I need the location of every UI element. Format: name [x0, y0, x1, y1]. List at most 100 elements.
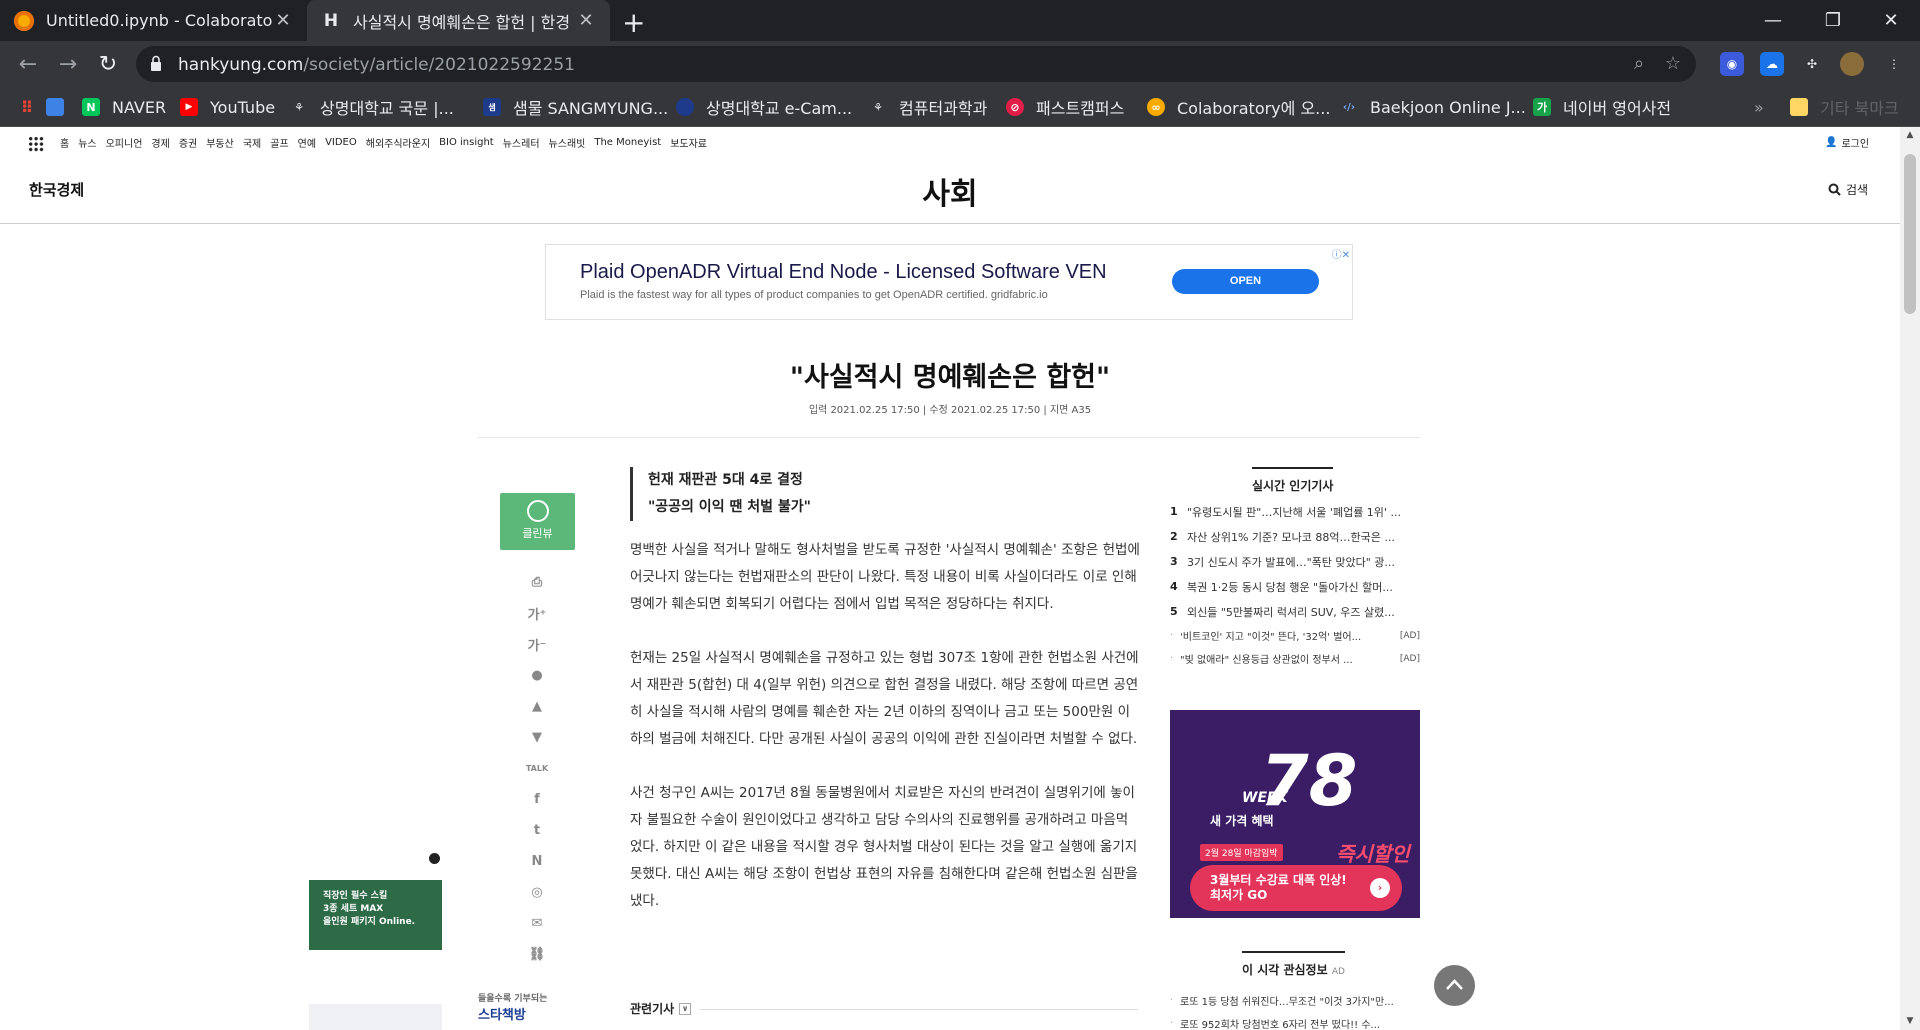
kakaotalk-icon[interactable]: TALK: [524, 753, 550, 784]
copy-link-icon[interactable]: ⛓: [524, 939, 550, 970]
search-button[interactable]: 검색: [1828, 181, 1868, 198]
side-banner-ad[interactable]: 78 WEEK 새 가격 혜택 즉시할인 2월 28일 마감임박 3월부터 수강…: [1170, 710, 1420, 918]
menu-dots-icon[interactable]: ⋮: [1882, 52, 1906, 76]
cleanview-button[interactable]: 클린뷰: [500, 493, 575, 550]
bookmark-fastcampus[interactable]: ⊘ 패스트캠퍼스: [1006, 87, 1124, 127]
gnb-menu-item[interactable]: 뉴스: [78, 135, 96, 150]
scroll-to-top-button[interactable]: [1434, 965, 1475, 1006]
tab-close-icon[interactable]: ✕: [273, 10, 293, 31]
print-icon[interactable]: ⎙: [524, 567, 550, 598]
font-decrease-icon[interactable]: 가⁻: [524, 629, 550, 660]
hankyung-favicon: H: [323, 10, 339, 31]
ad-open-button[interactable]: OPEN: [1172, 269, 1319, 294]
dislike-icon[interactable]: ▼: [524, 722, 550, 753]
tab-close-icon[interactable]: ✕: [576, 10, 596, 31]
bookmark-ecampus[interactable]: 상명대학교 e-Cam...: [676, 87, 852, 127]
bookmark-item[interactable]: [46, 87, 76, 127]
chevron-down-icon[interactable]: ∨: [679, 1002, 692, 1015]
article-body: 명백한 사실을 적거나 말해도 형사처벌을 받도록 규정한 '사실적시 명예훼손…: [630, 537, 1140, 942]
section-header: 한국경제 사회 검색: [0, 157, 1900, 224]
gnb-menu-item[interactable]: 해외주식라운지: [366, 135, 430, 150]
list-item[interactable]: 2 자산 상위1% 기준? 모나코 88억…한국은 ...: [1170, 524, 1420, 549]
bookmark-baekjoon[interactable]: ‹/› Baekjoon Online J...: [1340, 87, 1526, 127]
gnb-menu-item[interactable]: VIDEO: [325, 137, 357, 148]
extension-icon[interactable]: ◉: [1720, 52, 1744, 76]
gnb-menu-item[interactable]: The Moneyist: [594, 137, 661, 148]
info-icon[interactable]: [429, 853, 440, 864]
bookmark-youtube[interactable]: ▶ YouTube: [180, 87, 275, 127]
list-item[interactable]: 5 외신들 "5만불짜리 럭셔리 SUV, 우즈 살렸...: [1170, 599, 1420, 624]
cloud-extension-icon[interactable]: ☁: [1760, 52, 1784, 76]
bookmarks-more-button[interactable]: »: [1754, 87, 1764, 127]
gnb-menu-item[interactable]: 경제: [151, 135, 169, 150]
ad-cta-button[interactable]: 3월부터 수강료 대폭 인상! 최저가 GO ›: [1190, 865, 1402, 911]
gnb-menu-item[interactable]: BIO insight: [439, 137, 494, 148]
tab-colab[interactable]: Untitled0.ipynb - Colaboratory ✕: [0, 0, 307, 41]
gnb-menu-item[interactable]: 증권: [179, 135, 197, 150]
gnb-menu-item[interactable]: 뉴스레터: [503, 135, 540, 150]
forward-arrow-icon[interactable]: →: [52, 48, 84, 80]
font-increase-icon[interactable]: 가⁺: [524, 598, 550, 629]
ad-title[interactable]: Plaid OpenADR Virtual End Node - License…: [580, 261, 1107, 284]
bookmark-sangmyung[interactable]: 샘 샘물 SANGMYUNG...: [483, 87, 668, 127]
scroll-down-arrow-icon[interactable]: ▼: [1900, 1013, 1920, 1030]
gnb-menu-item[interactable]: 홈: [60, 135, 69, 150]
puzzle-icon[interactable]: ✣: [1800, 52, 1824, 76]
list-item[interactable]: 1 "유령도시될 판"…지난해 서울 '폐업률 1위' ...: [1170, 499, 1420, 524]
new-tab-button[interactable]: +: [622, 6, 645, 39]
gnb-menu-item[interactable]: 골프: [270, 135, 288, 150]
url-text[interactable]: hankyung.com/society/article/20210225922…: [178, 55, 575, 75]
gnb-menu-item[interactable]: 뉴스래빗: [549, 135, 586, 150]
bookmarks-bar: ⠿ N NAVER ▶ YouTube ⚘ 상명대학교 국문 |... 샘 샘물…: [0, 87, 1920, 127]
address-bar[interactable]: hankyung.com/society/article/20210225922…: [136, 46, 1696, 82]
ad-list-item[interactable]: · 로또 1등 당첨 쉬워진다…무조건 "이것 3가지"만...: [1170, 989, 1420, 1012]
facebook-icon[interactable]: f: [524, 784, 550, 815]
list-item[interactable]: 3 3기 신도시 주가 발표에…"폭탄 맞았다" 광...: [1170, 549, 1420, 574]
bookmark-naver[interactable]: N NAVER: [82, 87, 166, 127]
ad-list-item[interactable]: · 로또 952회차 당첨번호 6자리 전부 떴다!! 수...: [1170, 1012, 1420, 1030]
close-window-button[interactable]: ✕: [1862, 0, 1920, 41]
star-icon[interactable]: ☆: [1662, 53, 1684, 75]
adchoices-icon[interactable]: ⓘ✕: [1332, 246, 1350, 261]
list-item[interactable]: 4 복권 1·2등 동시 당첨 행운 "돌아가신 할머...: [1170, 574, 1420, 599]
menu-grid-icon[interactable]: [28, 136, 44, 152]
bookmark-cs[interactable]: ⚘ 컴퓨터과학과: [869, 87, 987, 127]
related-articles[interactable]: 관련기사 ∨: [630, 1000, 692, 1017]
minimize-button[interactable]: —: [1744, 0, 1802, 41]
like-icon[interactable]: ▲: [524, 691, 550, 722]
bookmark-smu-korean[interactable]: ⚘ 상명대학교 국문 |...: [290, 87, 454, 127]
search-icon: [1828, 183, 1841, 196]
ad-list-item[interactable]: · '비트코인' 지고 "이것" 뜬다, '32억' 벌어... [AD]: [1170, 624, 1420, 647]
tab-hankyung[interactable]: H 사실적시 명예훼손은 합헌 | 한경 ✕: [307, 0, 610, 41]
comment-icon[interactable]: ●: [524, 660, 550, 691]
email-icon[interactable]: ✉: [524, 908, 550, 939]
small-banner-ad[interactable]: 들을수록 기부되는 스타책방: [478, 991, 593, 1030]
other-bookmarks[interactable]: 기타 북마크: [1790, 87, 1899, 127]
back-arrow-icon[interactable]: ←: [12, 48, 44, 80]
top-banner-ad[interactable]: Plaid OpenADR Virtual End Node - License…: [545, 244, 1353, 320]
login-link[interactable]: 👤 로그인: [1825, 135, 1869, 150]
bookmark-naver-dictionary[interactable]: 가 네이버 영어사전: [1533, 87, 1671, 127]
link-icon[interactable]: ◎: [524, 877, 550, 908]
zoom-icon[interactable]: ⌕: [1628, 53, 1650, 75]
apps-grid-icon[interactable]: ⠿: [18, 87, 48, 127]
reload-icon[interactable]: ↻: [92, 48, 124, 80]
gnb-menu: 홈 뉴스 오피니언 경제 증권 부동산 국제 골프 연예 VIDEO 해외주식라운지 BIO insi…: [60, 127, 707, 157]
gnb-menu-item[interactable]: 부동산: [206, 135, 234, 150]
tab-strip: Untitled0.ipynb - Colaboratory ✕ H 사실적시 …: [0, 0, 1920, 41]
left-banner-ad-2[interactable]: [309, 1004, 442, 1030]
gnb-menu-item[interactable]: 연예: [298, 135, 316, 150]
left-banner-ad[interactable]: 직장인 필수 스킬 3종 세트 MAX 올인원 패키지 Online.: [309, 880, 442, 950]
scroll-up-arrow-icon[interactable]: ▲: [1900, 127, 1920, 144]
page-scrollbar[interactable]: ▲ ▼: [1900, 127, 1920, 1030]
gnb-menu-item[interactable]: 오피니언: [106, 135, 143, 150]
twitter-icon[interactable]: t: [524, 815, 550, 846]
gnb-menu-item[interactable]: 보도자료: [670, 135, 707, 150]
maximize-button[interactable]: ❐: [1804, 0, 1862, 41]
ad-list-item[interactable]: · "빚 없애라" 신용등급 상관없이 정부서 ... [AD]: [1170, 647, 1420, 670]
scroll-thumb[interactable]: [1904, 154, 1916, 314]
naver-icon[interactable]: N: [524, 846, 550, 877]
bookmark-colab[interactable]: ∞ Colaboratory에 오...: [1147, 87, 1330, 127]
avatar[interactable]: [1840, 52, 1864, 76]
gnb-menu-item[interactable]: 국제: [243, 135, 261, 150]
